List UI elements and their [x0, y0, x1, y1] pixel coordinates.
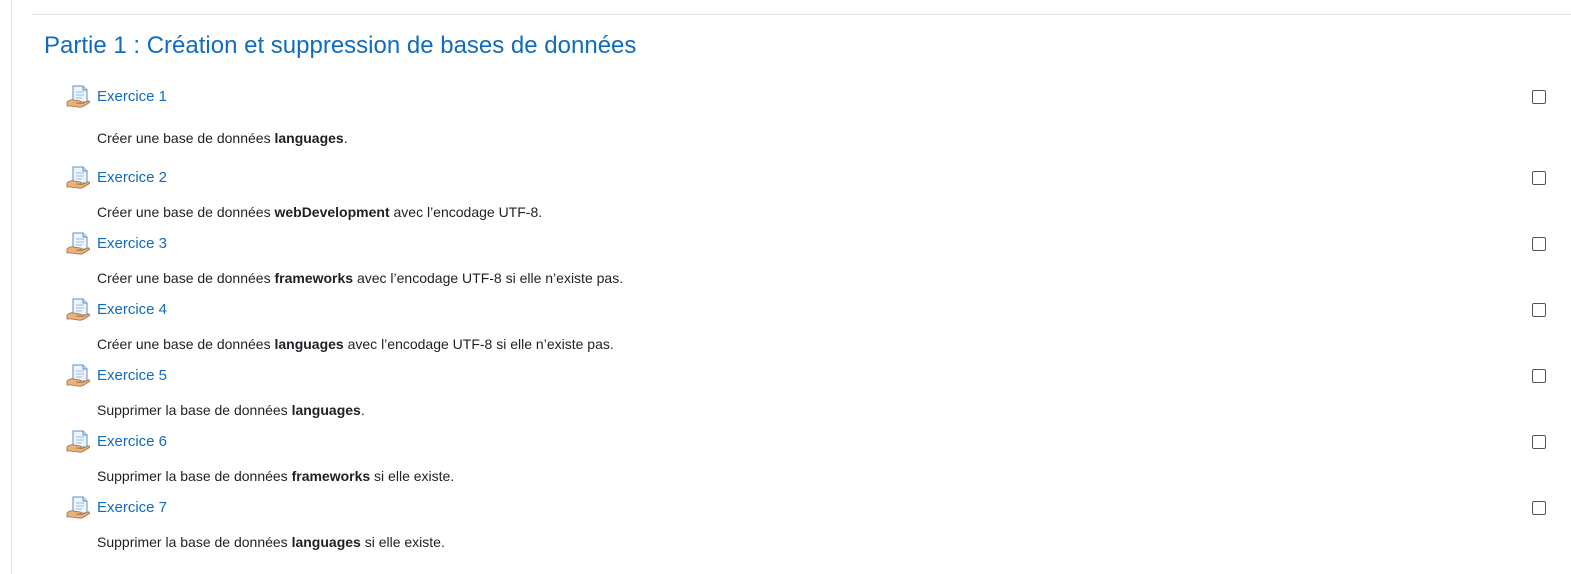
description-highlight: webDevelopment	[274, 204, 390, 220]
page-icon[interactable]	[66, 496, 92, 520]
description-text-end: .	[343, 130, 348, 146]
section-title: Partie 1 : Création et suppression de ba…	[44, 32, 637, 59]
activity-link[interactable]: Exercice 3	[97, 235, 167, 253]
description-highlight: frameworks	[274, 270, 354, 286]
activity-description: Créer une base de données languages.	[97, 129, 348, 147]
description-text-end: si elle existe.	[370, 468, 455, 484]
activity-link[interactable]: Exercice 1	[97, 88, 167, 106]
description-text: Créer une base de données	[97, 270, 275, 286]
completion-checkbox[interactable]	[1532, 303, 1546, 317]
activity-link[interactable]: Exercice 2	[97, 169, 167, 187]
description-highlight: languages	[291, 534, 361, 550]
activity-description: Supprimer la base de données languages s…	[97, 533, 445, 551]
description-text-end: avec l’encodage UTF-8.	[389, 204, 543, 220]
activity-description: Créer une base de données frameworks ave…	[97, 269, 623, 287]
page-icon[interactable]	[66, 430, 92, 454]
completion-checkbox[interactable]	[1532, 90, 1546, 104]
description-highlight: frameworks	[291, 468, 371, 484]
activity-link[interactable]: Exercice 4	[97, 301, 167, 319]
activity-item: Exercice 3 Créer une base de données fra…	[0, 232, 1571, 295]
activity-item: Exercice 6 Supprimer la base de données …	[0, 430, 1571, 493]
activity-link[interactable]: Exercice 7	[97, 499, 167, 517]
completion-checkbox[interactable]	[1532, 501, 1546, 515]
activity-description: Créer une base de données webDevelopment…	[97, 203, 542, 221]
description-highlight: languages	[291, 402, 361, 418]
description-text: Créer une base de données	[97, 336, 275, 352]
page-icon[interactable]	[66, 364, 92, 388]
completion-checkbox[interactable]	[1532, 171, 1546, 185]
description-text: Supprimer la base de données	[97, 534, 292, 550]
activity-item: Exercice 1 Créer une base de données lan…	[0, 85, 1571, 148]
description-text: Créer une base de données	[97, 204, 275, 220]
section-divider	[32, 14, 1571, 15]
description-text: Supprimer la base de données	[97, 468, 292, 484]
completion-checkbox[interactable]	[1532, 237, 1546, 251]
activity-item: Exercice 7 Supprimer la base de données …	[0, 496, 1571, 559]
description-highlight: languages	[274, 130, 344, 146]
description-text-end: .	[360, 402, 365, 418]
description-text-end: avec l’encodage UTF-8 si elle n’existe p…	[343, 336, 614, 352]
activity-item: Exercice 5 Supprimer la base de données …	[0, 364, 1571, 427]
activity-link[interactable]: Exercice 6	[97, 433, 167, 451]
description-highlight: languages	[274, 336, 344, 352]
description-text-end: si elle existe.	[360, 534, 445, 550]
activity-description: Créer une base de données languages avec…	[97, 335, 614, 353]
description-text: Créer une base de données	[97, 130, 275, 146]
completion-checkbox[interactable]	[1532, 369, 1546, 383]
activity-item: Exercice 4 Créer une base de données lan…	[0, 298, 1571, 361]
page-icon[interactable]	[66, 232, 92, 256]
activity-description: Supprimer la base de données languages.	[97, 401, 365, 419]
activity-item: Exercice 2 Créer une base de données web…	[0, 166, 1571, 229]
description-text-end: avec l’encodage UTF-8 si elle n’existe p…	[353, 270, 624, 286]
completion-checkbox[interactable]	[1532, 435, 1546, 449]
activity-description: Supprimer la base de données frameworks …	[97, 467, 454, 485]
page-icon[interactable]	[66, 85, 92, 109]
activity-link[interactable]: Exercice 5	[97, 367, 167, 385]
description-text: Supprimer la base de données	[97, 402, 292, 418]
page-icon[interactable]	[66, 298, 92, 322]
page-icon[interactable]	[66, 166, 92, 190]
